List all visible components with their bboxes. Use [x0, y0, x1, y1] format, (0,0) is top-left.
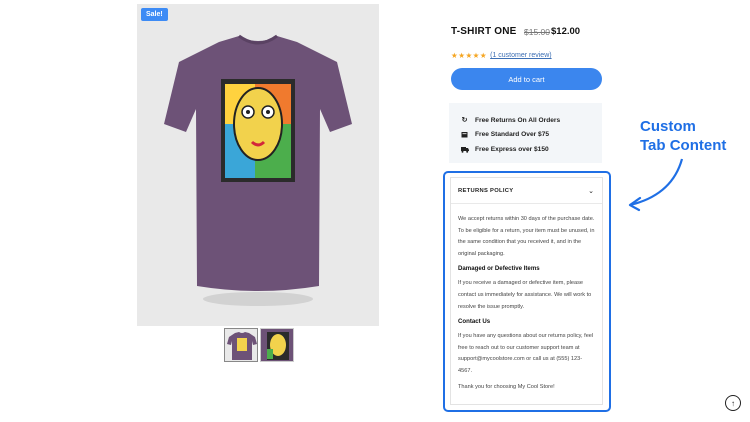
tab-title: RETURNS POLICY [458, 187, 514, 194]
perk-label: Free Returns On All Orders [475, 116, 561, 124]
product-title: T-SHIRT ONE [451, 26, 517, 37]
callout-label: Custom Tab Content [640, 117, 726, 155]
box-icon [461, 131, 468, 138]
thumbnail-gallery [224, 328, 294, 362]
perk-returns: ↻ Free Returns On All Orders [461, 113, 602, 128]
perk-label: Free Standard Over $75 [475, 131, 550, 139]
product-main-image[interactable]: Sale! [137, 4, 379, 326]
tab-heading: Damaged or Defective Items [458, 265, 540, 273]
callout-line2: Tab Content [640, 137, 727, 154]
thumbnail-artwork[interactable] [260, 328, 294, 362]
truck-icon [461, 146, 469, 153]
sale-badge: Sale! [141, 8, 168, 21]
chevron-down-icon[interactable]: ⌄ [588, 187, 594, 195]
perk-label: Free Express over $150 [475, 145, 549, 153]
tab-paragraph: If you receive a damaged or defective it… [458, 280, 592, 310]
price-original: $15.00 [524, 27, 550, 37]
scroll-to-top-button[interactable]: ↑ [725, 395, 741, 411]
tab-body: We accept returns within 30 days of the … [451, 204, 602, 393]
tab-paragraph: We accept returns within 30 days of the … [458, 216, 595, 257]
star-rating-icon: ★★★★★ [451, 51, 488, 60]
price-sale: $12.00 [551, 26, 581, 37]
shipping-perks: ↻ Free Returns On All Orders Free Standa… [449, 103, 602, 163]
arrow-up-icon: ↑ [731, 398, 735, 408]
perk-standard: Free Standard Over $75 [461, 128, 602, 143]
tshirt-image [164, 34, 352, 306]
tab-paragraph: If you have any questions about our retu… [458, 333, 594, 374]
callout-arrow-icon [628, 158, 684, 212]
add-to-cart-button[interactable]: Add to cart [451, 68, 602, 90]
tab-header-returns-policy[interactable]: RETURNS POLICY ⌄ [451, 178, 602, 204]
callout-line1: Custom [640, 118, 696, 135]
rating: ★★★★★ (1 customer review) [451, 51, 552, 60]
tab-heading: Contact Us [458, 318, 491, 326]
custom-tab-panel: RETURNS POLICY ⌄ We accept returns withi… [450, 177, 603, 405]
perk-express: Free Express over $150 [461, 142, 602, 157]
tab-paragraph: Thank you for choosing My Cool Store! [458, 383, 555, 390]
refresh-icon: ↻ [461, 116, 468, 124]
thumbnail-front[interactable] [224, 328, 258, 362]
customer-review-link[interactable]: (1 customer review) [490, 52, 551, 59]
